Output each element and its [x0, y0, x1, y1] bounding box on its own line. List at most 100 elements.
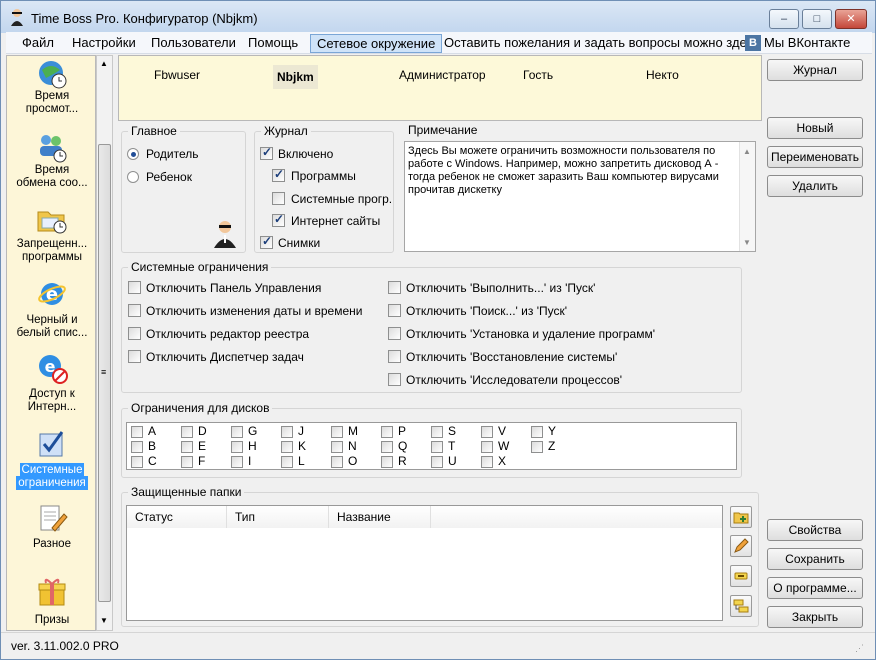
- journal-sites-checkbox[interactable]: [272, 212, 285, 227]
- checkbox-label: Отключить редактор реестра: [146, 327, 310, 341]
- about-button[interactable]: О программе...: [767, 577, 863, 599]
- disk-checkbox[interactable]: [281, 456, 293, 468]
- disk-checkbox[interactable]: [481, 456, 493, 468]
- disk-checkbox[interactable]: [431, 456, 443, 468]
- close-app-button[interactable]: Закрыть: [767, 606, 863, 628]
- user-item[interactable]: Администратор: [399, 68, 486, 82]
- menu-vkontakte[interactable]: Мы ВКонтакте: [758, 34, 856, 53]
- menu-settings[interactable]: Настройки: [66, 34, 142, 53]
- sys-left-checkbox[interactable]: [128, 281, 141, 294]
- disk-label: O: [348, 454, 358, 468]
- folder-options-button[interactable]: [730, 595, 752, 617]
- sys-left-checkbox[interactable]: [128, 350, 141, 363]
- disk-checkbox[interactable]: [281, 426, 293, 438]
- sys-left-checkbox[interactable]: [128, 327, 141, 340]
- checkbox-label: Отключить 'Выполнить...' из 'Пуск': [406, 281, 596, 295]
- disk-checkbox[interactable]: [131, 426, 143, 438]
- menu-users[interactable]: Пользователи: [145, 34, 242, 53]
- disk-checkbox[interactable]: [181, 426, 193, 438]
- journal-sysprogs-checkbox[interactable]: [272, 192, 285, 205]
- journal-enabled-checkbox[interactable]: [260, 145, 273, 160]
- disk-checkbox[interactable]: [231, 456, 243, 468]
- save-button[interactable]: Сохранить: [767, 548, 863, 570]
- sidebar-scrollbar[interactable]: ▲ ≡ ▼: [96, 55, 113, 631]
- parent-radio[interactable]: [127, 148, 139, 160]
- scroll-down-icon[interactable]: ▼: [743, 236, 751, 249]
- protected-folders-table[interactable]: Статус Тип Название: [126, 505, 723, 621]
- column-header-filler: [431, 506, 722, 528]
- scrollbar-thumb[interactable]: ≡: [98, 144, 111, 602]
- disk-checkbox[interactable]: [381, 441, 393, 453]
- disk-label: B: [148, 439, 157, 453]
- remove-folder-button[interactable]: [730, 565, 752, 587]
- child-radio[interactable]: [127, 171, 139, 183]
- note-textarea[interactable]: Здесь Вы можете ограничить возможности п…: [404, 141, 756, 252]
- checkbox-label: Отключить 'Исследователи процессов': [406, 373, 623, 387]
- column-header-type[interactable]: Тип: [227, 506, 329, 528]
- sys-right-checkbox[interactable]: [388, 327, 401, 340]
- menu-help[interactable]: Помощь: [242, 34, 304, 53]
- disk-checkbox[interactable]: [281, 441, 293, 453]
- window-title: Time Boss Pro. Конфигуратор (Nbjkm): [31, 11, 258, 26]
- minimize-button[interactable]: –: [769, 9, 799, 29]
- disk-checkbox[interactable]: [431, 426, 443, 438]
- pencil-icon: [734, 538, 749, 553]
- sys-left-checkbox[interactable]: [128, 304, 141, 317]
- disk-checkbox[interactable]: [431, 441, 443, 453]
- journal-button[interactable]: Журнал: [767, 59, 863, 81]
- sys-right-checkbox[interactable]: [388, 304, 401, 317]
- disk-checkbox[interactable]: [331, 441, 343, 453]
- user-item[interactable]: Fbwuser: [154, 68, 200, 82]
- disk-checkbox[interactable]: [231, 441, 243, 453]
- checkbox-label: Включено: [278, 147, 334, 161]
- add-folder-button[interactable]: [730, 506, 752, 528]
- disk-label: S: [448, 424, 457, 438]
- checkbox-label: Программы: [291, 169, 356, 183]
- close-button[interactable]: ✕: [835, 9, 867, 29]
- journal-screenshots-checkbox[interactable]: [260, 234, 273, 249]
- edit-folder-button[interactable]: [730, 535, 752, 557]
- disk-checkbox[interactable]: [531, 426, 543, 438]
- scroll-down-icon[interactable]: ▼: [100, 616, 108, 625]
- sys-right-checkbox[interactable]: [388, 281, 401, 294]
- disk-label: U: [448, 454, 457, 468]
- notepad-pencil-icon: [40, 505, 68, 532]
- delete-button[interactable]: Удалить: [767, 175, 863, 197]
- user-item[interactable]: Гость: [523, 68, 553, 82]
- disk-checkbox[interactable]: [131, 456, 143, 468]
- menu-feedback[interactable]: Оставить пожелания и задать вопросы можн…: [438, 34, 766, 53]
- menu-network[interactable]: Сетевое окружение: [310, 34, 443, 53]
- scroll-up-icon[interactable]: ▲: [100, 59, 108, 68]
- disk-checkbox[interactable]: [481, 441, 493, 453]
- disk-checkbox[interactable]: [381, 426, 393, 438]
- disk-checkbox[interactable]: [331, 426, 343, 438]
- note-scrollbar[interactable]: ▲ ▼: [739, 142, 755, 251]
- disk-label: T: [448, 439, 456, 453]
- sys-right-checkbox[interactable]: [388, 373, 401, 386]
- disk-checkbox[interactable]: [331, 456, 343, 468]
- column-header-status[interactable]: Статус: [127, 506, 227, 528]
- disk-label: H: [248, 439, 257, 453]
- column-header-name[interactable]: Название: [329, 506, 431, 528]
- user-item-selected[interactable]: Nbjkm: [273, 65, 318, 89]
- disk-checkbox[interactable]: [481, 426, 493, 438]
- properties-button[interactable]: Свойства: [767, 519, 863, 541]
- resize-grip-icon[interactable]: ⋰: [855, 643, 864, 654]
- menu-file[interactable]: Файл: [16, 34, 60, 53]
- disk-checkbox[interactable]: [531, 441, 543, 453]
- new-button[interactable]: Новый: [767, 117, 863, 139]
- user-item[interactable]: Некто: [646, 68, 679, 82]
- rename-button[interactable]: Переименовать: [767, 146, 863, 168]
- disk-checkbox[interactable]: [131, 441, 143, 453]
- journal-programs-checkbox[interactable]: [272, 167, 285, 182]
- maximize-button[interactable]: □: [802, 9, 832, 29]
- disk-checkbox[interactable]: [181, 441, 193, 453]
- checkbox-label: Системные прогр.: [291, 192, 393, 206]
- disk-label: D: [198, 424, 207, 438]
- sys-right-checkbox[interactable]: [388, 350, 401, 363]
- disk-checkbox[interactable]: [181, 456, 193, 468]
- disk-checkbox[interactable]: [231, 426, 243, 438]
- disk-checkbox[interactable]: [381, 456, 393, 468]
- scroll-up-icon[interactable]: ▲: [743, 145, 751, 158]
- disk-label: Q: [398, 439, 408, 453]
